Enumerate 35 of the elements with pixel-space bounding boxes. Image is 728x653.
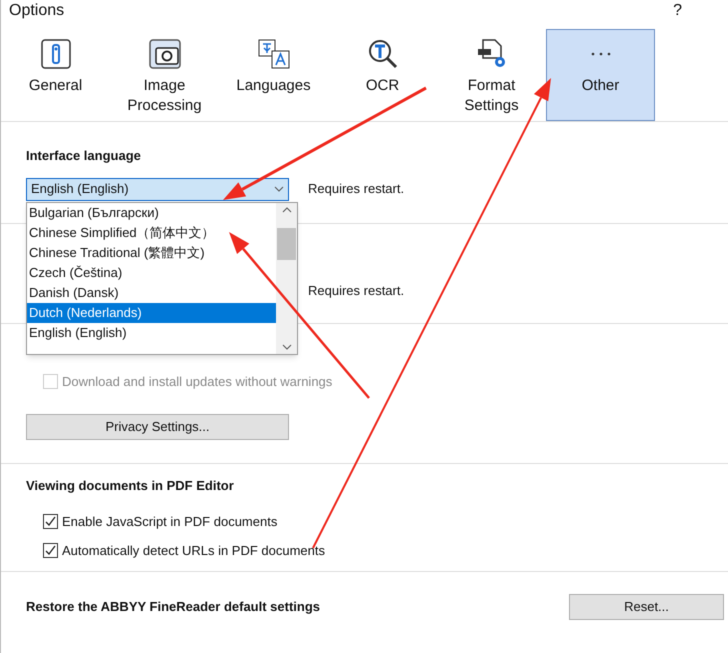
tab[interactable]: Other: [546, 29, 655, 121]
scrollbar[interactable]: [276, 203, 297, 354]
checkbox[interactable]: [43, 514, 58, 529]
reset-button[interactable]: Reset...: [569, 594, 724, 620]
tab[interactable]: Languages: [219, 29, 328, 121]
chevron-down-icon: [274, 186, 284, 192]
dropdown-option[interactable]: Dutch (Nederlands): [27, 303, 276, 323]
dropdown-option[interactable]: English (English): [27, 323, 276, 343]
dropdown-option[interactable]: Czech (Čeština): [27, 263, 276, 283]
tab[interactable]: General: [1, 29, 110, 121]
translate-icon: [256, 38, 290, 70]
tab[interactable]: Image Processing: [110, 29, 219, 121]
section-heading: Interface language: [26, 147, 142, 165]
chevron-up-icon: [282, 207, 292, 213]
more-icon: [588, 51, 612, 57]
privacy-settings-button[interactable]: Privacy Settings...: [26, 414, 289, 440]
language-dropdown[interactable]: English (English): [26, 178, 289, 200]
scrollbar-thumb[interactable]: [277, 228, 296, 260]
checkmark-icon: [45, 516, 56, 527]
checkbox[interactable]: [43, 543, 58, 558]
section-heading: Restore the ABBYY FineReader default settings: [26, 598, 320, 616]
section-heading: Viewing documents in PDF Editor: [26, 477, 235, 495]
help-button[interactable]: ?: [673, 0, 682, 23]
restart-note: Requires restart.: [308, 180, 404, 198]
chevron-down-icon: [282, 344, 292, 350]
tab[interactable]: OCR: [328, 29, 437, 121]
dropdown-option[interactable]: Danish (Dansk): [27, 283, 276, 303]
dropdown-option[interactable]: Chinese Traditional (繁體中文): [27, 243, 276, 263]
dropdown-option[interactable]: Bulgarian (Български): [27, 203, 276, 223]
camera-icon: [148, 38, 182, 70]
window-title: Options: [9, 1, 64, 21]
panel-icon: [40, 38, 72, 70]
dropdown-option[interactable]: Chinese Simplified（简体中文）: [27, 223, 276, 243]
checkmark-icon: [45, 545, 56, 556]
restart-note: Requires restart.: [308, 283, 404, 298]
